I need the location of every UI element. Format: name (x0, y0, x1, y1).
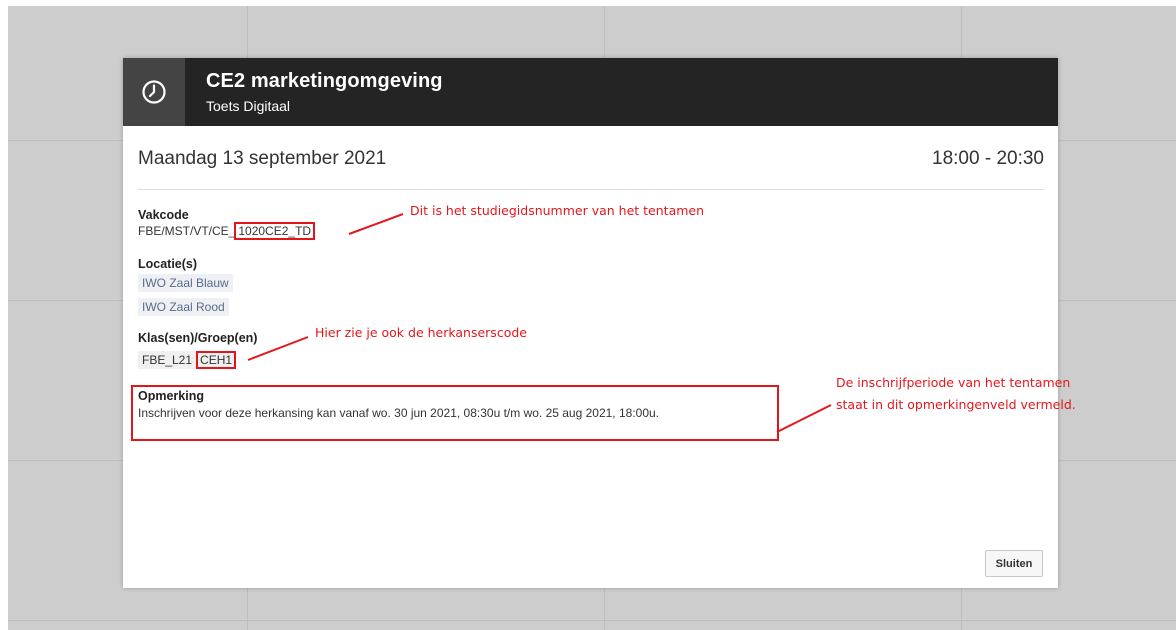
klas-annotation: Hier zie je ook de herkanserscode (315, 325, 527, 340)
vakcode-value: FBE/MST/VT/CE_ 1020CE2_TD (138, 222, 316, 240)
klas-chip-ceh1-highlight: CEH1 (196, 351, 237, 369)
vakcode-code-highlight: 1020CE2_TD (234, 222, 316, 240)
exam-detail-dialog: CE2 marketingomgeving Toets Digitaal Maa… (123, 58, 1058, 588)
vakcode-annotation: Dit is het studiegidsnummer van het tent… (410, 203, 705, 218)
vakcode-prefix: FBE/MST/VT/CE_ (138, 224, 236, 238)
dialog-title: CE2 marketingomgeving (206, 70, 443, 92)
opmerking-label: Opmerking (138, 389, 204, 403)
clock-icon-box (123, 58, 185, 126)
opmerking-text: Inschrijven voor deze herkansing kan van… (138, 406, 660, 420)
location-chip-blauw: IWO Zaal Blauw (138, 274, 233, 292)
divider (138, 189, 1044, 190)
date-time-row: Maandag 13 september 2021 18:00 - 20:30 (138, 148, 1044, 170)
remark-annotation-line1: De inschrijfperiode van het tentamen (836, 375, 1071, 390)
clock-icon (142, 80, 166, 104)
remark-annotation-line2: staat in dit opmerkingenveld vermeld. (836, 397, 1076, 412)
dialog-subtitle: Toets Digitaal (206, 98, 291, 114)
dialog-header: CE2 marketingomgeving Toets Digitaal (123, 58, 1058, 126)
close-button[interactable]: Sluiten (985, 550, 1043, 577)
exam-time: 18:00 - 20:30 (932, 148, 1044, 169)
location-chip-rood: IWO Zaal Rood (138, 298, 229, 316)
locaties-label: Locatie(s) (138, 257, 198, 271)
vakcode-label: Vakcode (138, 208, 189, 222)
klassen-label: Klas(sen)/Groep(en) (138, 331, 258, 345)
klas-chip-fbe: FBE_L21 (138, 351, 197, 369)
exam-date: Maandag 13 september 2021 (138, 148, 387, 169)
klassen-values: FBE_L21 CEH1 (138, 351, 237, 369)
